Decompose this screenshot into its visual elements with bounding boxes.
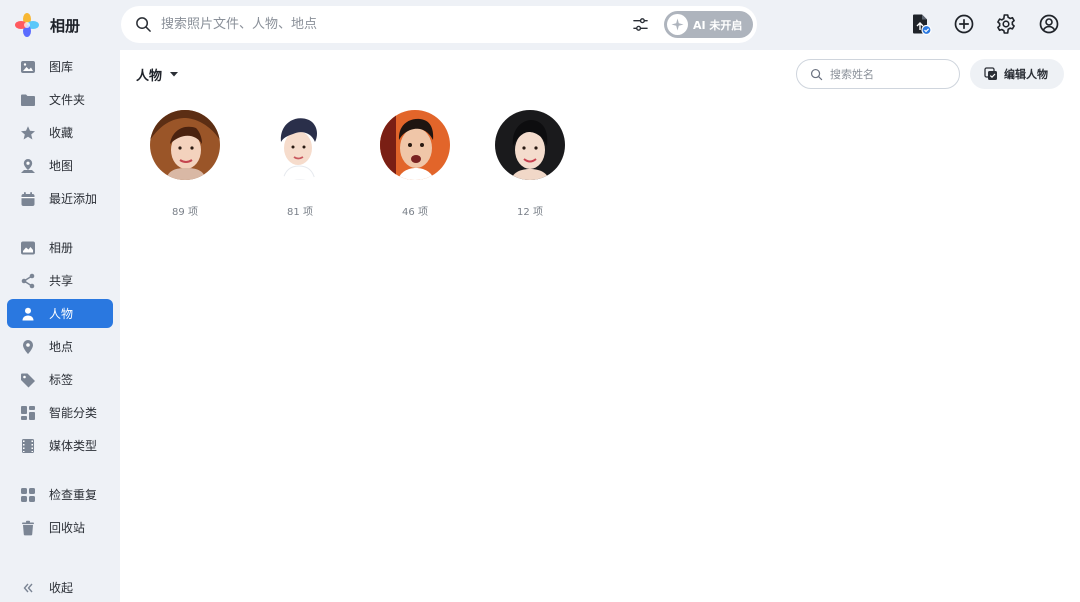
filter-settings-icon[interactable] (632, 16, 649, 33)
settings-button[interactable] (993, 11, 1019, 37)
global-search-bar: AI 未开启 (121, 6, 757, 43)
name-search-input[interactable] (830, 65, 950, 83)
sidebar-item-label: 地点 (49, 340, 74, 354)
sidebar-item-library[interactable]: 图库 (7, 52, 113, 81)
person-item-count: 12 项 (517, 207, 543, 218)
person-card[interactable]: 89 项 (135, 110, 235, 220)
person-item-count: 46 项 (402, 207, 428, 218)
people-section-dropdown[interactable]: 人物 (136, 64, 179, 84)
photo-library-icon (20, 59, 36, 75)
upload-file-icon (913, 14, 932, 35)
sidebar-item-people[interactable]: 人物 (7, 299, 113, 328)
trash-icon (20, 520, 36, 536)
star-icon (20, 125, 36, 141)
ai-toggle-label: AI 未开启 (693, 19, 743, 32)
person-card[interactable]: 46 项 (365, 110, 465, 220)
person-icon (20, 306, 36, 322)
film-icon (20, 438, 36, 454)
sidebar-item-label: 相册 (49, 241, 74, 255)
smart-category-icon (20, 405, 36, 421)
person-avatar (265, 110, 335, 180)
edit-people-icon (984, 67, 997, 80)
main-panel: 人物 编辑人物 89 项 (120, 50, 1080, 602)
sidebar-item-folders[interactable]: 文件夹 (7, 85, 113, 114)
sidebar-item-tags[interactable]: 标签 (7, 365, 113, 394)
ai-toggle[interactable]: AI 未开启 (664, 11, 753, 38)
sidebar-item-label: 智能分类 (49, 406, 98, 420)
upload-file-button[interactable] (908, 11, 934, 37)
sidebar-item-label: 最近添加 (49, 192, 98, 206)
name-search-box (796, 59, 960, 89)
sidebar-item-shared[interactable]: 共享 (7, 266, 113, 295)
map-icon (20, 158, 36, 174)
search-icon (136, 17, 151, 32)
app-title: 相册 (50, 16, 81, 35)
global-search-input[interactable] (161, 14, 611, 35)
share-icon (20, 273, 36, 289)
sidebar-item-label: 图库 (49, 60, 74, 74)
search-icon (810, 68, 823, 81)
section-title: 人物 (136, 68, 163, 84)
ai-sparkle-icon (667, 14, 688, 35)
person-item-count: 89 项 (172, 207, 198, 218)
app-logo-icon (15, 13, 39, 37)
sidebar-item-favorites[interactable]: 收藏 (7, 118, 113, 147)
sidebar-item-map[interactable]: 地图 (7, 151, 113, 180)
folder-icon (20, 92, 36, 108)
person-card[interactable]: 81 项 (250, 110, 350, 220)
person-card[interactable]: 12 项 (480, 110, 580, 220)
person-avatar (150, 110, 220, 180)
sidebar-item-label: 收藏 (49, 126, 74, 140)
account-icon (1039, 14, 1059, 34)
double-chevron-left-icon (20, 580, 36, 596)
sidebar-item-label: 共享 (49, 274, 74, 288)
sidebar-item-recent[interactable]: 最近添加 (7, 184, 113, 213)
collapse-label: 收起 (49, 581, 74, 595)
sidebar-item-label: 人物 (49, 307, 74, 321)
sidebar-item-duplicates[interactable]: 检查重复 (7, 480, 113, 509)
sidebar-item-label: 标签 (49, 373, 74, 387)
person-item-count: 81 项 (287, 207, 313, 218)
sidebar-item-label: 媒体类型 (49, 439, 98, 453)
sidebar-item-label: 地图 (49, 159, 74, 173)
tag-icon (20, 372, 36, 388)
sidebar-item-smart-category[interactable]: 智能分类 (7, 398, 113, 427)
sidebar-item-media-type[interactable]: 媒体类型 (7, 431, 113, 460)
caret-down-icon (170, 72, 179, 77)
sidebar-item-label: 文件夹 (49, 93, 86, 107)
edit-people-label: 编辑人物 (1004, 68, 1048, 81)
album-icon (20, 240, 36, 256)
sidebar: 相册 图库 文件夹 收藏 地图 最近添加 相册 共享 人物 地点 标签 智能分类… (0, 0, 120, 602)
calendar-icon (20, 191, 36, 207)
person-avatar (495, 110, 565, 180)
sidebar-item-albums[interactable]: 相册 (7, 233, 113, 262)
account-button[interactable] (1036, 11, 1062, 37)
person-avatar (380, 110, 450, 180)
sidebar-item-label: 检查重复 (49, 488, 98, 502)
sidebar-item-trash[interactable]: 回收站 (7, 513, 113, 542)
edit-people-button[interactable]: 编辑人物 (970, 59, 1064, 89)
sidebar-item-label: 回收站 (49, 521, 86, 535)
sidebar-item-places[interactable]: 地点 (7, 332, 113, 361)
location-pin-icon (20, 339, 36, 355)
duplicates-icon (20, 487, 36, 503)
add-button[interactable] (951, 11, 977, 37)
add-icon (954, 14, 974, 34)
settings-icon (997, 14, 1015, 34)
brand: 相册 (14, 12, 80, 38)
sidebar-collapse-button[interactable]: 收起 (7, 573, 113, 602)
